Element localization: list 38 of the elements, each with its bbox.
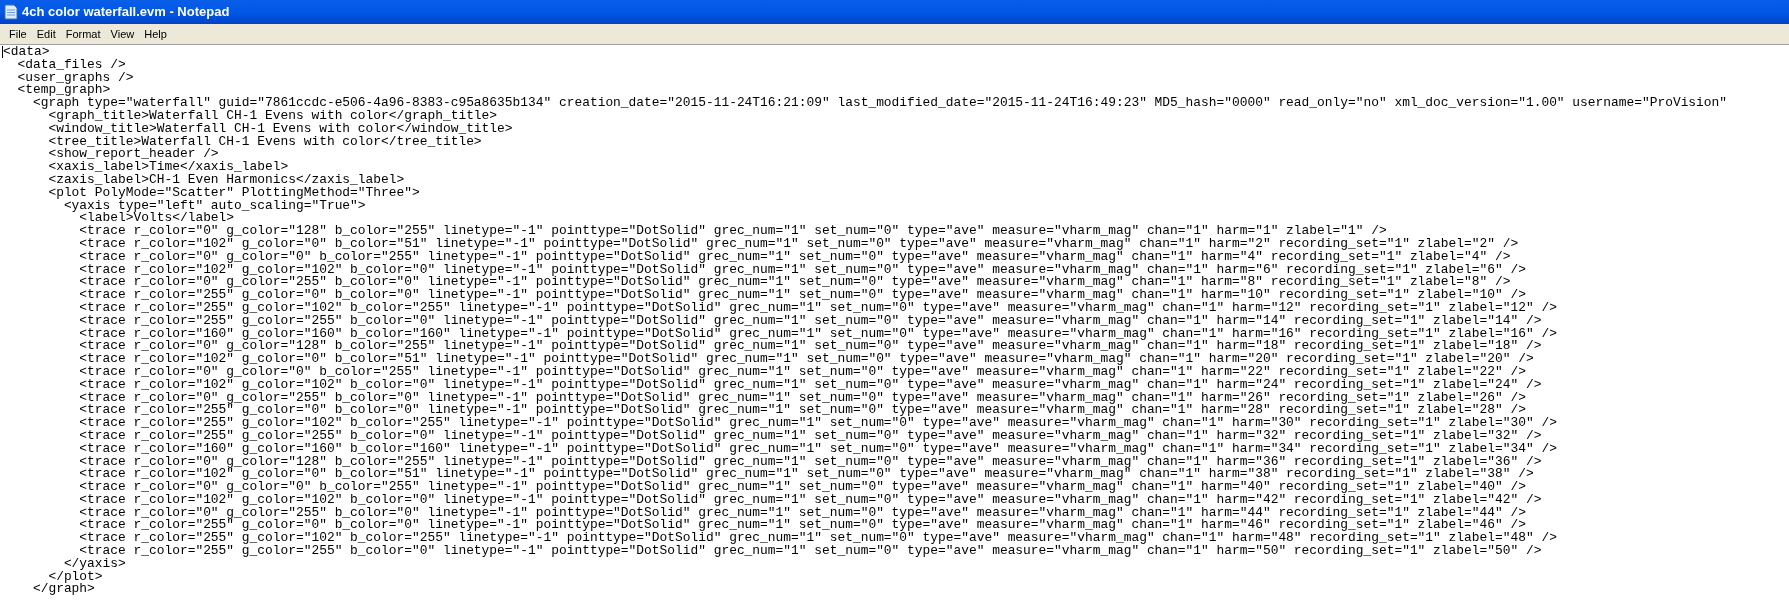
menu-item[interactable]: View bbox=[105, 25, 140, 43]
text-line: <label>Volts</label> bbox=[79, 212, 235, 226]
text-line: <trace r_color="255" g_color="102" b_color="255" linetype="-1" pointtype="DotSolid" grec_num="1" set_num="0" type="ave" measure="vharm_mag" chan="1" harm="30" recording_set="1" zlabel="30" /> bbox=[78, 417, 1557, 430]
text-line: <trace r_color="0" g_color="0" b_color="255" linetype="-1" pointtype="DotSolid" grec_num="1" set_num="0" type="ave" measure="vharm_mag" chan="1" harm="22" recording_set="1" zlabel="22" /> bbox=[78, 365, 1526, 379]
text-line: <trace r_color="0" g_color="0" b_color="255" linetype="-1" pointtype="DotSolid" grec_num="1" set_num="0" type="ave" measure="vharm_mag" chan="1" harm="40" recording_set="1" zlabel="40" /> bbox=[78, 481, 1526, 494]
text-line: <trace r_color="255" g_color="255" b_color="0" linetype="-1" pointtype="DotSolid" grec_num="1" set_num="0" type="ave" measure="vharm_mag" chan="1" harm="50" recording_set="1" zlabel="50" /> bbox=[79, 545, 1542, 558]
notepad-icon bbox=[4, 4, 18, 20]
text-line: </yaxis> bbox=[63, 557, 126, 571]
text-line: <graph_title>Waterfall CH-1 Evens with color</graph_title> bbox=[48, 110, 498, 123]
text-line: <trace r_color="102" g_color="102" b_color="0" linetype="-1" pointtype="DotSolid" grec_num="1" set_num="0" type="ave" measure="vharm_mag" chan="1" harm="42" recording_set="1" zlabel="42" /> bbox=[78, 493, 1542, 507]
text-line: </graph> bbox=[31, 583, 95, 597]
text-cursor bbox=[2, 46, 3, 58]
text-line: <trace r_color="0" g_color="255" b_color="0" linetype="-1" pointtype="DotSolid" grec_num="1" set_num="0" type="ave" measure="vharm_mag" chan="1" harm="44" recording_set="1" zlabel="44" /> bbox=[78, 506, 1526, 520]
text-line: <trace r_color="255" g_color="255" b_color="0" linetype="-1" pointtype="DotSolid" grec_num="1" set_num="0" type="ave" measure="vharm_mag" chan="1" harm="32" recording_set="1" zlabel="32" /> bbox=[78, 429, 1542, 443]
text-line: <user_graphs /> bbox=[16, 71, 134, 85]
text-line: <trace r_color="102" g_color="0" b_color="51" linetype="-1" pointtype="DotSolid" grec_num="1" set_num="0" type="ave" measure="vharm_mag" chan="1" harm="20" recording_set="1" zlabel="20" /> bbox=[78, 353, 1534, 366]
text-line: <trace r_color="160" g_color="160" b_color="160" linetype="-1" pointtype="DotSolid" grec_num="1" set_num="0" type="ave" measure="vharm_mag" chan="1" harm="34" recording_set="1" zlabel="34" /> bbox=[78, 442, 1557, 456]
text-line: <trace r_color="255" g_color="0" b_color="0" linetype="-1" pointtype="DotSolid" grec_num="1" set_num="0" type="ave" measure="vharm_mag" chan="1" harm="10" recording_set="1" zlabel="10" /> bbox=[78, 289, 1526, 302]
text-line: <tree_title>Waterfall CH-1 Evens with color</tree_title> bbox=[47, 135, 482, 149]
text-line: <zaxis_label>CH-1 Even Harmonics</zaxis_label> bbox=[47, 173, 405, 187]
text-line: <trace r_color="0" g_color="128" b_color="255" linetype="-1" pointtype="DotSolid" grec_num="1" set_num="0" type="ave" measure="vharm_mag" chan="1" harm="1" zlabel="1" /> bbox=[78, 225, 1387, 238]
text-line: <trace r_color="255" g_color="255" b_color="0" linetype="-1" pointtype="DotSolid" grec_num="1" set_num="0" type="ave" measure="vharm_mag" chan="1" harm="14" recording_set="1" zlabel="14" /> bbox=[78, 314, 1542, 328]
menu-item[interactable]: Help bbox=[139, 25, 172, 43]
text-line: <data_files /> bbox=[16, 58, 126, 72]
text-line: <window_title>Waterfall CH-1 Evens with color</window_title> bbox=[47, 122, 513, 136]
text-line: <trace r_color="255" g_color="102" b_color="255" linetype="-1" pointtype="DotSolid" grec_num="1" set_num="0" type="ave" measure="vharm_mag" chan="1" harm="12" recording_set="1" zlabel="12" /> bbox=[78, 301, 1557, 315]
text-line: <data> bbox=[3, 46, 50, 59]
text-line: </plot> bbox=[47, 570, 103, 584]
window-title: 4ch color waterfall.evm - Notepad bbox=[22, 3, 230, 22]
text-line: <trace r_color="102" g_color="102" b_color="0" linetype="-1" pointtype="DotSolid" grec_num="1" set_num="0" type="ave" measure="vharm_mag" chan="1" harm="24" recording_set="1" zlabel="24" /> bbox=[78, 378, 1542, 392]
text-line: <trace r_color="0" g_color="0" b_color="255" linetype="-1" pointtype="DotSolid" grec_num="1" set_num="0" type="ave" measure="vharm_mag" chan="1" harm="4" recording_set="1" zlabel="4" /> bbox=[78, 250, 1511, 264]
menu-item[interactable]: Format bbox=[60, 25, 106, 43]
text-line: <graph type="waterfall" guid="7861ccdc-e506-4a96-8383-c95a8635b134" creation_date="2015-11-24T16:21:09" last_modified_date="2015-11-24T16:49:23" MD5_hash="0000" read_only="no" xml_doc_version="1.00" username="ProVision" bbox=[32, 97, 1728, 110]
text-line: <xaxis_label>Time</xaxis_label> bbox=[47, 161, 289, 174]
menu-item[interactable]: Edit bbox=[31, 25, 61, 43]
text-line: <trace r_color="102" g_color="0" b_color="51" linetype="-1" pointtype="DotSolid" grec_num="1" set_num="0" type="ave" measure="vharm_mag" chan="1" harm="2" recording_set="1" zlabel="2" /> bbox=[78, 237, 1519, 251]
menu-item[interactable]: File bbox=[4, 25, 32, 43]
text-line: <plot PolyMode="Scatter" PlottingMethod="Three"> bbox=[47, 186, 420, 200]
